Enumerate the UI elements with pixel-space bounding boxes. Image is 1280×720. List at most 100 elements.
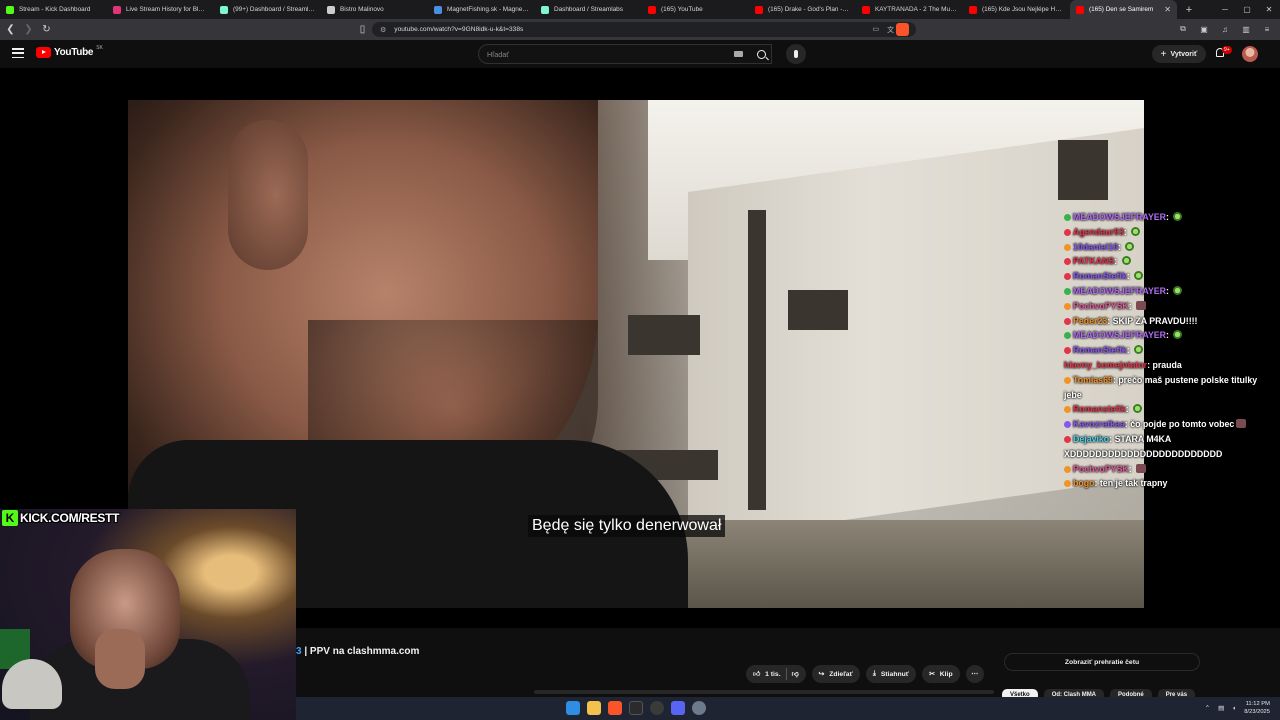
clock-date: 8/23/2025 <box>1244 709 1270 715</box>
volume-icon[interactable]: ◖ <box>1232 705 1236 712</box>
terminal-icon[interactable] <box>629 701 643 715</box>
clock[interactable]: 11:12 PM 8/23/2025 <box>1244 700 1270 716</box>
kick-url-text: KICK.COM/RESTT <box>20 511 120 525</box>
navigation-bar: ❮ ❯ ↻ ▯ ⚙ youtube.com/watch?v=9GN8idk-u-… <box>0 19 1280 40</box>
browser-tab[interactable]: (165) Kde Jsou Nejlépe Hodné <box>963 0 1070 19</box>
chat-username: Romanstefik <box>1073 404 1126 415</box>
chat-separator: : <box>1126 345 1133 356</box>
back-icon[interactable]: ❮ <box>3 22 18 37</box>
tab-title: (165) Den se Samirem <box>1089 6 1154 13</box>
show-chat-replay-button[interactable]: Zobraziť prehratie četu <box>1004 653 1200 671</box>
browser-tab[interactable]: MagnetFishing.sk - Magnety a <box>428 0 535 19</box>
bookmark-icon[interactable]: ▯ <box>355 22 370 37</box>
chat-username: bogo <box>1073 478 1095 489</box>
browser-tab[interactable]: (165) YouTube <box>642 0 749 19</box>
chat-badge-icon <box>1064 243 1071 251</box>
tab-title: Bistro Malinovo <box>340 6 384 13</box>
share-button[interactable]: ↪ Zdieľať <box>811 665 860 683</box>
chat-message: RomanStefik: <box>1064 269 1270 284</box>
chat-badge-icon <box>1064 347 1071 355</box>
video-person-ear <box>228 120 308 270</box>
menu-hamburger-icon[interactable] <box>12 48 24 58</box>
browser-tab[interactable]: Stream - Kick Dashboard <box>0 0 107 19</box>
reload-icon[interactable]: ↻ <box>39 22 54 37</box>
share-label: Zdieľať <box>829 670 853 678</box>
browser-tab[interactable]: (165) Den se Samirem ✕ <box>1070 0 1177 19</box>
microphone-icon <box>794 50 798 58</box>
tab-title: (165) Drake - God's Plan - You <box>768 6 850 13</box>
chat-username: MEADOWSJEFRAYER <box>1073 330 1167 341</box>
chat-username: RomanStefik <box>1073 345 1127 356</box>
youtube-logo[interactable]: YouTube SK <box>36 45 103 58</box>
sidebar-icon[interactable]: ▥ <box>1239 22 1253 36</box>
forward-icon[interactable]: ❯ <box>21 22 36 37</box>
file-explorer-icon[interactable] <box>587 701 601 715</box>
video-subtitle: Będę się tylko denerwował <box>528 515 726 537</box>
url-text[interactable]: youtube.com/watch?v=9GN8idk-u-k&t=338s <box>394 26 523 33</box>
create-button[interactable]: + Vytvoriť <box>1152 45 1206 63</box>
chat-message: MEADOWSJEFRAYER: <box>1064 328 1270 343</box>
webcam-person-hand <box>95 629 145 689</box>
video-title-text: | PPV na clashmma.com <box>301 646 420 657</box>
browser-tab[interactable]: (165) Drake - God's Plan - You <box>749 0 856 19</box>
network-icon[interactable]: ▤ <box>1218 704 1224 712</box>
chat-username: MEADOWSJEFRAYER <box>1073 285 1167 296</box>
extensions-icon[interactable]: ⧉ <box>1176 22 1190 36</box>
system-tray: ⌃ ▤ ◖ 11:12 PM 8/23/2025 <box>1205 700 1270 716</box>
browser-toolbar-right: ⧉ ▣ ♫ ▥ ≡ <box>1176 22 1274 36</box>
search-button[interactable] <box>748 44 774 64</box>
voice-search-button[interactable] <box>786 44 806 64</box>
browser-tab[interactable]: Bistro Malinovo <box>321 0 428 19</box>
brave-shields-icon[interactable] <box>896 23 909 36</box>
dislike-icon[interactable]: 👎︎ <box>792 670 799 678</box>
windows-start-icon[interactable] <box>566 701 580 715</box>
chat-message: MEADOWSJEFRAYER: <box>1064 210 1270 225</box>
obs-icon[interactable] <box>650 701 664 715</box>
minimize-icon[interactable]: ─ <box>1214 0 1236 19</box>
new-tab-button[interactable]: + <box>1181 2 1197 18</box>
clip-button[interactable]: ✂ Klip <box>922 665 960 683</box>
chat-username: Peder23 <box>1073 315 1108 326</box>
close-tab-icon[interactable]: ✕ <box>1164 5 1171 14</box>
browser-tab[interactable]: Live Stream History for Blerp S <box>107 0 214 19</box>
chat-separator: : <box>1126 271 1133 282</box>
chat-separator: : <box>1118 241 1124 252</box>
download-icon: ⤓ <box>872 670 876 677</box>
settings-icon[interactable] <box>692 701 706 715</box>
chat-message: Dejaviko: STARA M4KA XDDDDDDDDDDDDDDDDDD… <box>1064 432 1270 462</box>
brave-browser-icon[interactable] <box>608 701 622 715</box>
address-bar[interactable]: ⚙ youtube.com/watch?v=9GN8idk-u-k&t=338s… <box>372 22 916 37</box>
chat-username: 10daniel10 <box>1073 241 1118 252</box>
like-icon[interactable]: 👍︎ <box>753 670 760 678</box>
taskbar-apps <box>566 701 706 715</box>
download-button[interactable]: ⤓ Stiahnuť <box>865 665 917 683</box>
chat-badge-icon <box>1064 228 1071 236</box>
browser-tab[interactable]: KAYTRANADA - 2 The Music (L <box>856 0 963 19</box>
chevron-up-icon[interactable]: ⌃ <box>1205 704 1210 712</box>
plus-icon: + <box>1160 48 1167 60</box>
windows-taskbar: ⌃ ▤ ◖ 11:12 PM 8/23/2025 <box>296 697 1280 720</box>
browser-tab[interactable]: (99+) Dashboard / Streamlabs <box>214 0 321 19</box>
discord-icon[interactable] <box>671 701 685 715</box>
clip-label: Klip <box>939 670 953 678</box>
pickle-emote-icon <box>1173 212 1183 221</box>
site-info-icon[interactable]: ⚙ <box>380 26 386 34</box>
like-count[interactable]: 1 tis. <box>765 671 781 678</box>
install-icon[interactable]: ▭ <box>873 25 880 35</box>
tab-favicon-icon <box>1076 5 1084 14</box>
chat-badge-icon <box>1064 214 1071 221</box>
wallet-icon[interactable]: ▣ <box>1197 22 1211 36</box>
media-icon[interactable]: ♫ <box>1218 22 1232 36</box>
close-window-icon[interactable]: ✕ <box>1258 0 1280 19</box>
browser-tab[interactable]: Dashboard / Streamlabs <box>535 0 642 19</box>
translate-icon[interactable]: 文 <box>887 25 894 35</box>
chat-message: Kavozratkaa: čo pojde po tomto vobec <box>1064 417 1270 432</box>
avatar[interactable] <box>1242 46 1258 62</box>
more-actions-button[interactable]: ⋯ <box>965 665 984 683</box>
maximize-icon[interactable]: ▢ <box>1236 0 1258 19</box>
chat-message: RomanStefik: <box>1064 343 1270 358</box>
menu-icon[interactable]: ≡ <box>1260 22 1274 36</box>
search-input[interactable]: Hľadať <box>478 44 772 64</box>
youtube-header: YouTube SK Hľadať + Vytvoriť 9+ <box>0 40 1280 68</box>
keyboard-icon[interactable] <box>734 51 743 57</box>
